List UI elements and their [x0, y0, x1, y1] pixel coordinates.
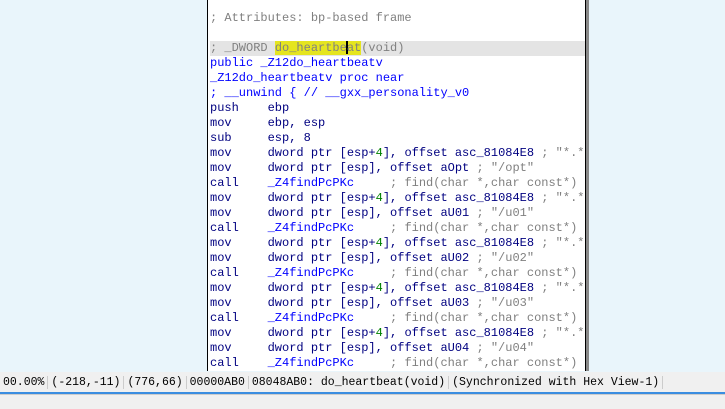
mnemonic: mov [210, 191, 268, 205]
instruction-line[interactable]: call _Z4findPcPKc ; find(char *,char con… [210, 221, 585, 236]
string-ref: aU03 [440, 296, 470, 310]
function-name-highlight[interactable]: do_heartbeat [274, 41, 362, 55]
string-ref: aU04 [440, 341, 470, 355]
decl-suffix: (void) [361, 41, 405, 55]
unwind-line: ; __unwind { // __gxx_personality_v0 [210, 86, 470, 100]
attributes-comment: ; Attributes: bp-based frame [210, 11, 412, 25]
disassembly-view[interactable]: ; Attributes: bp-based frame ; _DWORD do… [207, 0, 586, 371]
zoom-level: 00.00% [0, 375, 49, 389]
operands: esp, 8 [267, 131, 311, 145]
mnemonic: mov [210, 341, 268, 355]
instruction-line[interactable]: call _Z4findPcPKc ; find(char *,char con… [210, 176, 585, 191]
call-target: _Z4findPcPKc [267, 356, 355, 370]
mnemonic: call [210, 356, 268, 370]
mnemonic: mov [210, 236, 268, 250]
function-name-part: at [346, 41, 362, 55]
instruction-line[interactable]: mov ebp, esp [210, 116, 585, 131]
instruction-line[interactable]: mov dword ptr [esp+4], offset asc_81084E… [210, 326, 585, 341]
status-bar: 00.00% (-218,-11) (776,66) 00000AB0 0804… [0, 372, 725, 394]
instruction-line[interactable]: mov dword ptr [esp], offset aU01 ; "/u01… [210, 206, 585, 221]
instruction-line[interactable]: mov dword ptr [esp+4], offset asc_81084E… [210, 191, 585, 206]
function-name-part: do_heartbe [274, 41, 347, 55]
mnemonic: call [210, 311, 268, 325]
call-target: _Z4findPcPKc [267, 176, 355, 190]
mnemonic: sub [210, 131, 268, 145]
instruction-line[interactable]: call _Z4findPcPKc ; find(char *,char con… [210, 356, 585, 371]
mnemonic: call [210, 176, 268, 190]
instruction-line[interactable]: call _Z4findPcPKc ; find(char *,char con… [210, 311, 585, 326]
instruction-line[interactable]: mov dword ptr [esp+4], offset asc_81084E… [210, 236, 585, 251]
call-target: _Z4findPcPKc [267, 221, 355, 235]
mnemonic: mov [210, 281, 268, 295]
instruction-line[interactable]: mov dword ptr [esp], offset aU03 ; "/u03… [210, 296, 585, 311]
mnemonic: mov [210, 116, 268, 130]
graph-coord: (-218,-11) [48, 375, 125, 389]
operands: ebp, esp [267, 116, 326, 130]
string-ref: aU02 [440, 251, 470, 265]
decl-prefix: ; _DWORD [210, 41, 275, 55]
mnemonic: mov [210, 146, 268, 160]
instruction-line[interactable]: mov dword ptr [esp], offset aU04 ; "/u04… [210, 341, 585, 356]
current-location: 08048AB0: do_heartbeat(void) [249, 375, 450, 389]
instruction-line[interactable]: sub esp, 8 [210, 131, 585, 146]
instruction-line[interactable]: push ebp [210, 101, 585, 116]
mnemonic: mov [210, 251, 268, 265]
bottom-panel [0, 394, 725, 409]
sync-status: (Synchronized with Hex View-1) [449, 375, 664, 389]
mnemonic: call [210, 221, 268, 235]
mnemonic: mov [210, 326, 268, 340]
function-declaration[interactable]: ; _DWORD do_heartbeat(void) [210, 41, 585, 56]
instruction-line[interactable]: mov dword ptr [esp+4], offset asc_81084E… [210, 146, 585, 161]
proc-line[interactable]: _Z12do_heartbeatv proc near [210, 71, 585, 86]
instruction-line[interactable]: mov dword ptr [esp], offset aU02 ; "/u02… [210, 251, 585, 266]
mnemonic: mov [210, 206, 268, 220]
string-ref: aU01 [440, 206, 470, 220]
mnemonic: call [210, 266, 268, 280]
instruction-line[interactable]: mov dword ptr [esp+4], offset asc_81084E… [210, 281, 585, 296]
graph-coord-2: (776,66) [124, 375, 187, 389]
instruction-line[interactable]: call _Z4findPcPKc ; find(char *,char con… [210, 266, 585, 281]
string-ref: aOpt [440, 161, 470, 175]
mnemonic: mov [210, 161, 268, 175]
operands: ebp [267, 101, 290, 115]
mnemonic: mov [210, 296, 268, 310]
public-line[interactable]: public _Z12do_heartbeatv [210, 56, 585, 71]
mnemonic: push [210, 101, 268, 115]
file-offset: 00000AB0 [187, 375, 249, 389]
instruction-line[interactable]: mov dword ptr [esp], offset aOpt ; "/opt… [210, 161, 585, 176]
call-target: _Z4findPcPKc [267, 311, 355, 325]
call-target: _Z4findPcPKc [267, 266, 355, 280]
